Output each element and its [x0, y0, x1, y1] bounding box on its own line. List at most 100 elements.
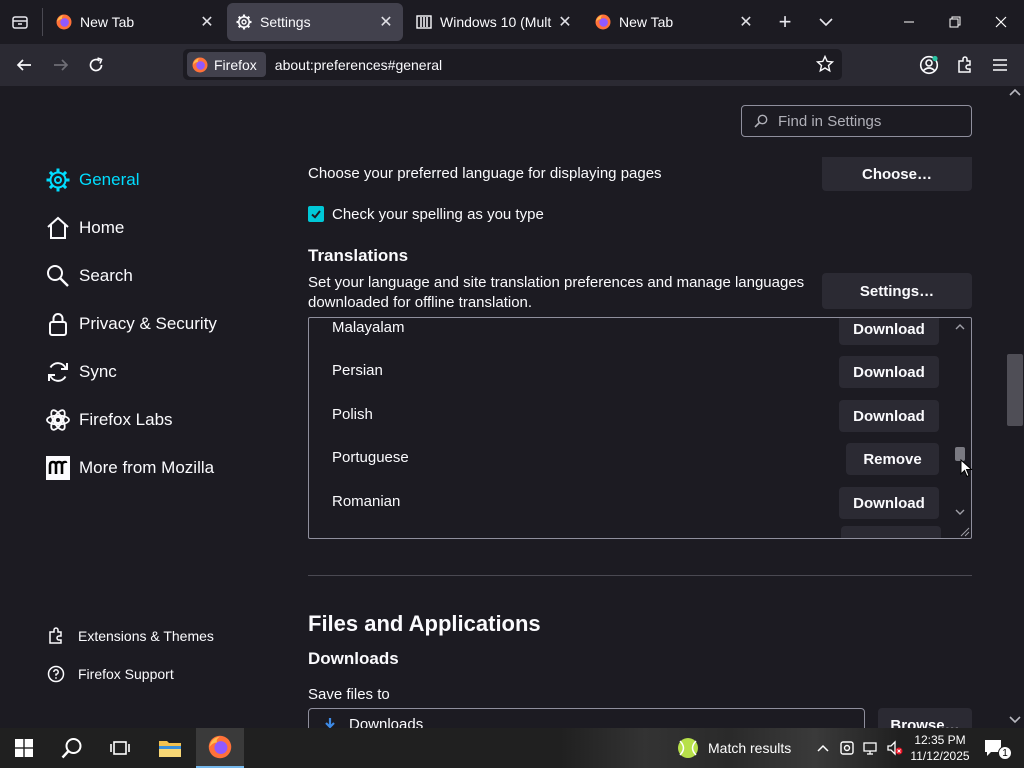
extensions-button[interactable]	[950, 49, 980, 81]
download-language-button[interactable]: Download	[839, 318, 939, 345]
identity-box[interactable]: Firefox	[187, 52, 266, 77]
close-tab-icon[interactable]: ✕	[552, 9, 578, 35]
url-text[interactable]: about:preferences#general	[275, 57, 442, 73]
scroll-up-icon[interactable]	[1006, 86, 1024, 100]
file-explorer-button[interactable]	[146, 728, 194, 768]
restore-icon	[949, 16, 961, 28]
browse-button[interactable]: Browse…	[878, 708, 972, 728]
maximize-button[interactable]	[932, 0, 978, 44]
weather-widget[interactable]: Match results	[676, 728, 800, 768]
footer-link-label: Extensions & Themes	[78, 628, 214, 644]
windows-taskbar: Match results 12:35 PM 11/12/2025 1	[0, 728, 1024, 768]
resize-grip-icon[interactable]	[958, 525, 970, 537]
scrollbar-thumb[interactable]	[1007, 354, 1023, 426]
category-label: Search	[79, 266, 133, 285]
volume-muted-icon	[887, 740, 903, 756]
tab-settings[interactable]: Settings ✕	[227, 3, 403, 41]
save-files-label: Save files to	[308, 686, 390, 703]
scroll-up-icon[interactable]	[953, 321, 967, 333]
volume-icon[interactable]	[884, 728, 906, 768]
lock-icon	[49, 313, 67, 336]
download-language-button[interactable]: Download	[839, 400, 939, 432]
folder-icon	[159, 741, 181, 757]
task-view-button[interactable]	[96, 728, 144, 768]
downloads-heading: Downloads	[308, 649, 399, 668]
close-tab-icon[interactable]: ✕	[373, 9, 399, 35]
list-item: Portuguese Remove	[309, 437, 949, 481]
tab-list-dropdown[interactable]	[812, 8, 840, 36]
start-button[interactable]	[0, 728, 48, 768]
scroll-down-icon[interactable]	[1006, 712, 1024, 726]
tab-new-tab-1[interactable]: New Tab ✕	[44, 0, 224, 44]
extensions-themes-link[interactable]: Extensions & Themes	[47, 627, 214, 645]
section-divider	[308, 575, 972, 576]
forward-arrow-icon	[54, 59, 69, 71]
firefox-support-link[interactable]: Firefox Support	[47, 665, 174, 683]
list-scrollbar[interactable]	[953, 318, 967, 538]
page-scrollbar[interactable]	[1006, 86, 1024, 728]
spellcheck-label[interactable]: Check your spelling as you type	[332, 206, 544, 223]
list-all-tabs-button[interactable]	[6, 10, 34, 34]
tab-title: Settings	[260, 14, 311, 30]
network-icon[interactable]	[860, 728, 882, 768]
download-folder-field[interactable]: Downloads	[308, 708, 865, 728]
spellcheck-checkbox[interactable]	[308, 206, 324, 222]
scroll-down-icon[interactable]	[953, 506, 967, 518]
back-button[interactable]	[8, 49, 40, 81]
find-in-settings-input[interactable]: Find in Settings	[741, 105, 972, 137]
translation-languages-list[interactable]: Malayalam Download Persian Download Poli…	[308, 317, 972, 539]
category-general[interactable]: General	[45, 167, 139, 193]
mouse-cursor-icon	[960, 459, 973, 478]
minimize-button[interactable]	[886, 0, 932, 44]
category-label: General	[79, 170, 140, 189]
category-firefox-labs[interactable]: Firefox Labs	[45, 407, 173, 433]
partial-language-button	[841, 526, 941, 538]
action-center-button[interactable]: 1	[974, 728, 1016, 768]
firefox-icon	[208, 735, 232, 759]
close-tab-icon[interactable]: ✕	[733, 9, 759, 35]
meet-now-icon[interactable]	[836, 728, 858, 768]
reload-icon	[89, 57, 103, 72]
help-icon	[47, 665, 65, 683]
show-hidden-icons-button[interactable]	[812, 728, 834, 768]
list-item: Malayalam Download	[309, 318, 949, 351]
new-tab-button[interactable]: +	[771, 8, 799, 36]
category-home[interactable]: Home	[45, 215, 124, 241]
language-name: Romanian	[332, 493, 401, 510]
category-sync[interactable]: Sync	[45, 359, 117, 385]
list-item: Polish Download	[309, 394, 949, 438]
tab-title: New Tab	[80, 14, 135, 30]
app-menu-button[interactable]	[985, 49, 1015, 81]
chevron-down-icon	[819, 18, 833, 27]
puzzle-icon	[958, 56, 971, 73]
firefox-taskbar-button[interactable]	[196, 728, 244, 768]
remove-language-button[interactable]: Remove	[846, 443, 939, 475]
category-search[interactable]: Search	[45, 263, 133, 289]
chevron-up-icon	[817, 744, 829, 752]
settings-page: Find in Settings General Home Search Pri…	[0, 86, 1024, 728]
download-language-button[interactable]: Download	[839, 487, 939, 519]
taskbar-search-button[interactable]	[48, 728, 96, 768]
close-tab-icon[interactable]: ✕	[194, 9, 220, 35]
url-bar[interactable]: Firefox about:preferences#general	[183, 49, 842, 80]
forward-button[interactable]	[45, 49, 77, 81]
category-more-from-mozilla[interactable]: More from Mozilla	[45, 455, 214, 481]
search-placeholder: Find in Settings	[778, 112, 882, 130]
clock[interactable]: 12:35 PM 11/12/2025	[908, 728, 972, 768]
download-language-button[interactable]: Download	[839, 356, 939, 388]
account-button[interactable]	[914, 49, 944, 81]
translation-settings-button[interactable]: Settings…	[822, 273, 972, 309]
gear-icon	[46, 168, 70, 192]
mozilla-icon	[46, 456, 70, 480]
category-privacy[interactable]: Privacy & Security	[45, 311, 217, 337]
reload-button[interactable]	[80, 49, 112, 81]
choose-language-button[interactable]: Choose…	[822, 157, 972, 191]
hamburger-menu-icon	[993, 59, 1007, 71]
identity-label: Firefox	[214, 56, 257, 73]
tab-new-tab-2[interactable]: New Tab ✕	[583, 0, 763, 44]
tab-windows-10[interactable]: Windows 10 (Multiple E ✕	[406, 0, 582, 44]
bookmark-star-icon[interactable]	[816, 55, 834, 73]
language-name: Persian	[332, 362, 383, 379]
close-window-button[interactable]	[978, 0, 1024, 44]
windows-logo-icon	[15, 739, 33, 757]
